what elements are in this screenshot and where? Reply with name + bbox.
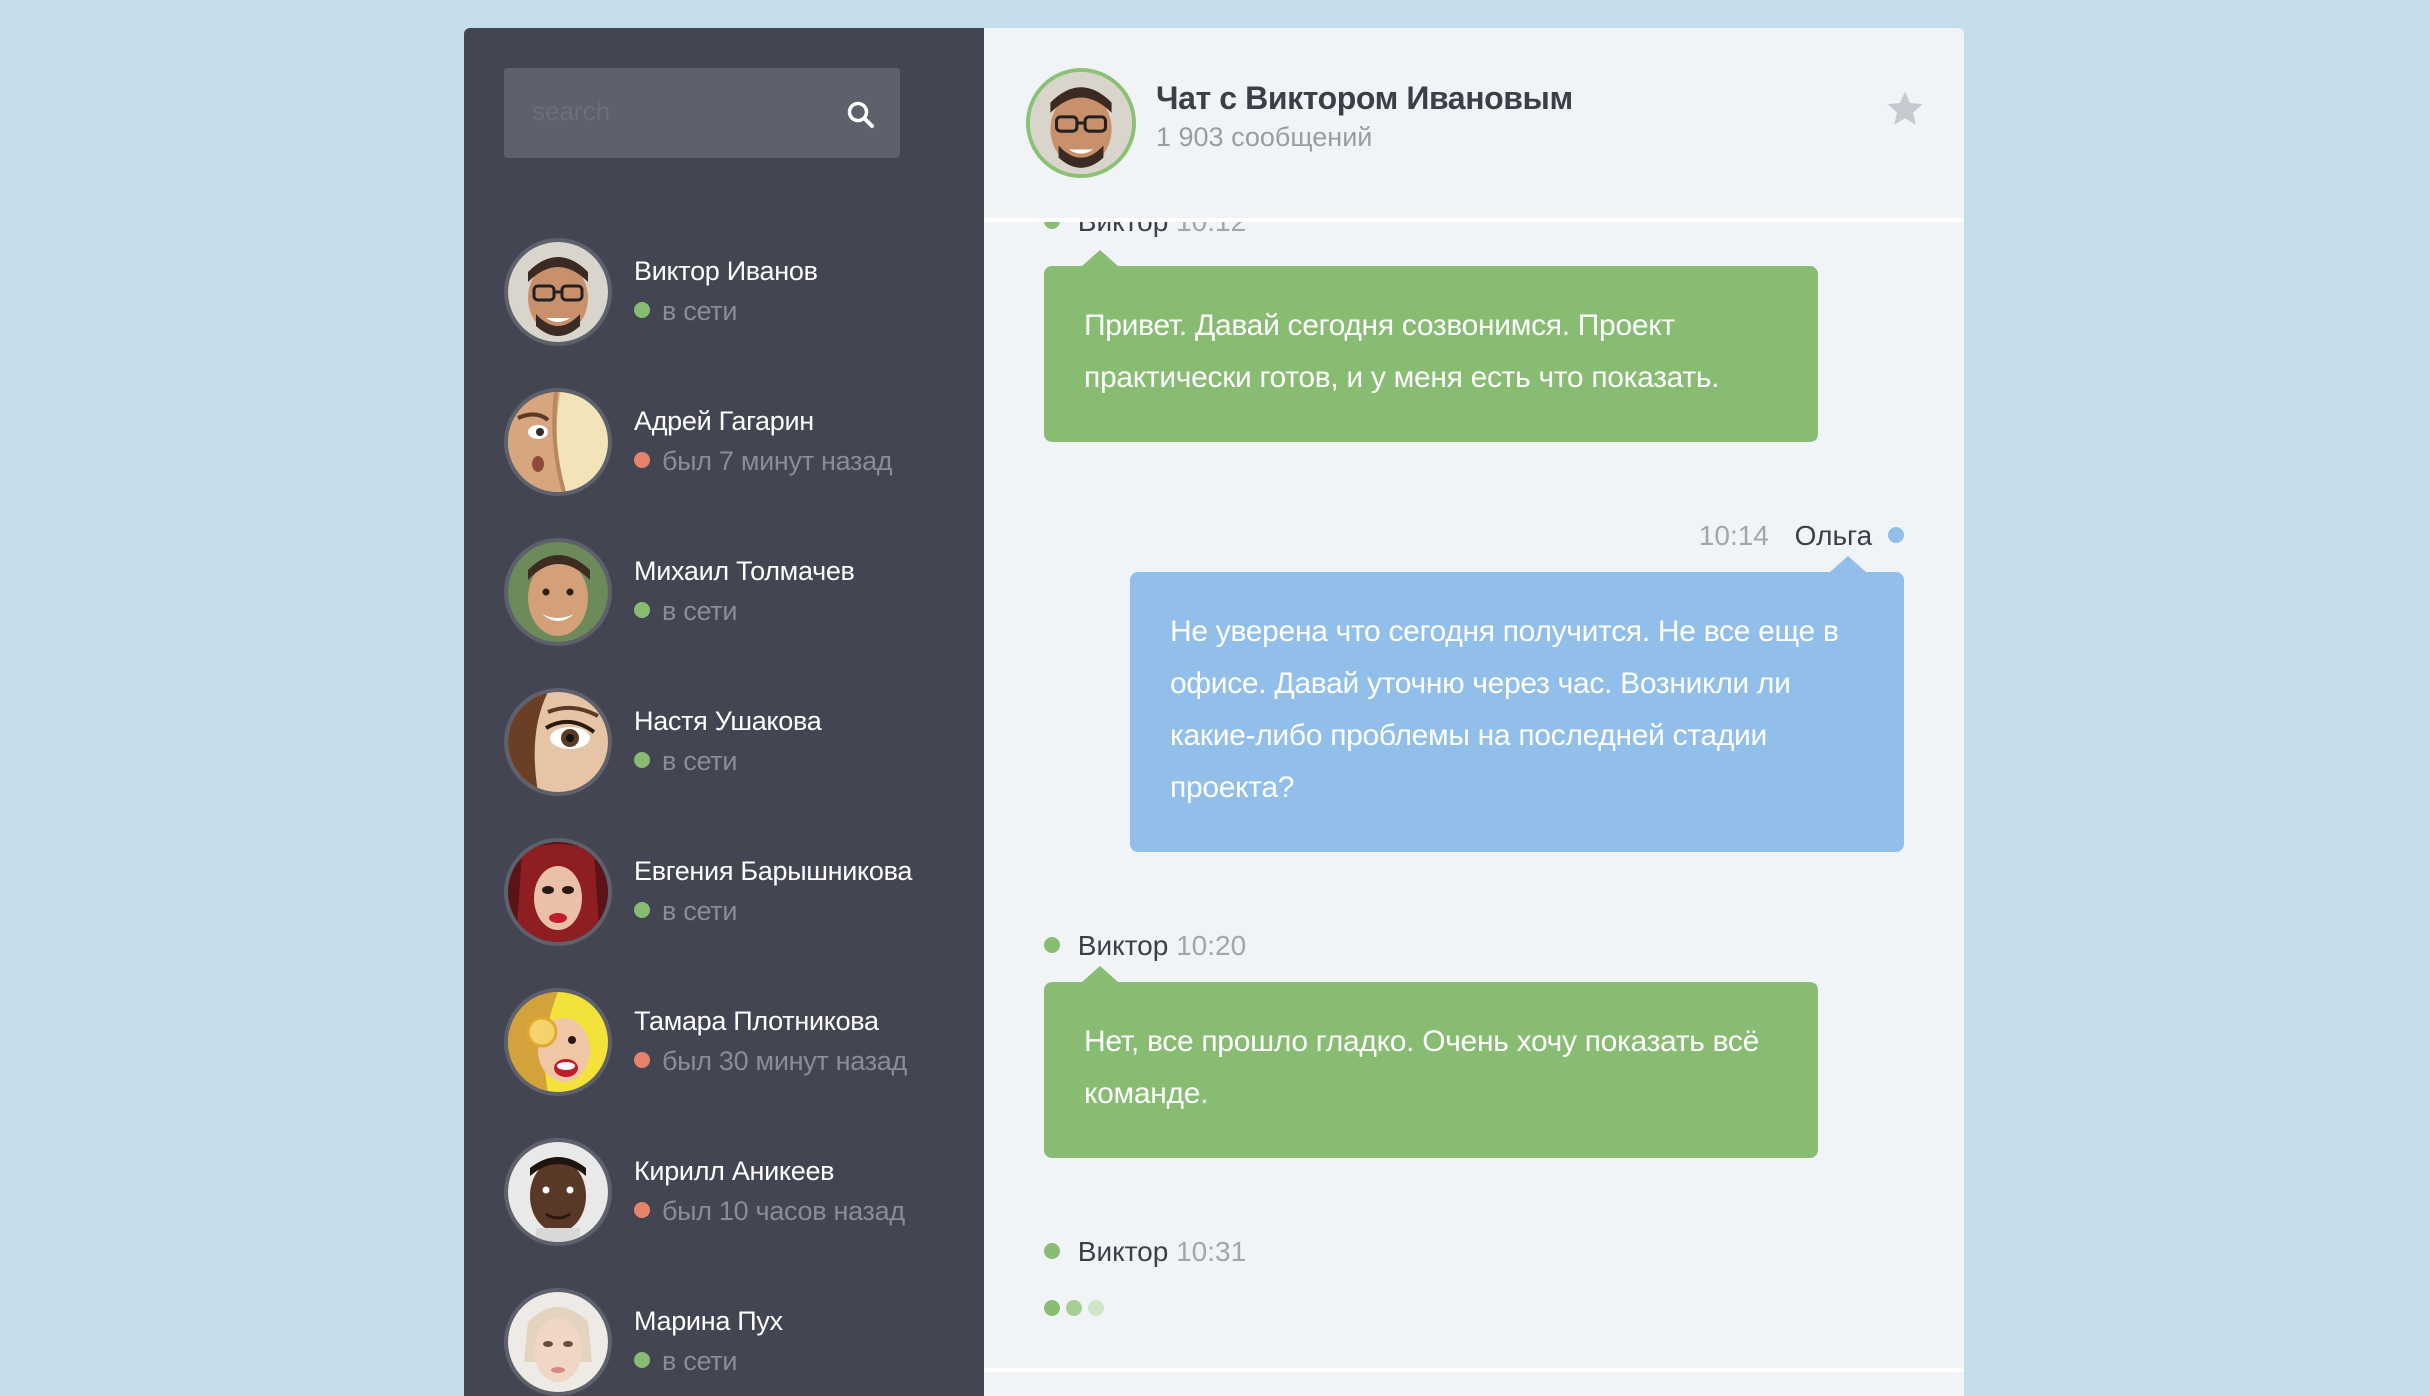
contact-status: в сети: [634, 596, 737, 627]
avatar[interactable]: [1026, 68, 1136, 178]
contact-status-text: был 7 минут назад: [662, 446, 893, 476]
message-meta: 10:14 Ольга: [1699, 520, 1904, 552]
contact-name: Тамара Плотникова: [634, 1006, 879, 1036]
contact-status-text: в сети: [662, 1346, 738, 1376]
contact-item[interactable]: Михаил Толмачев в сети: [504, 538, 964, 688]
message-bubble-incoming: Нет, все прошло гладко. Очень хочу показ…: [1044, 966, 1818, 1158]
contact-status-text: в сети: [662, 596, 738, 626]
search-input[interactable]: search: [504, 68, 900, 158]
contacts-sidebar: search Виктор Иванов в сети Адрей Гагари…: [464, 28, 984, 1396]
message-time: 10:31: [1176, 1236, 1247, 1267]
contact-item[interactable]: Марина Пух в сети: [504, 1288, 964, 1396]
status-dot: [634, 1052, 650, 1068]
typing-dot: [1088, 1300, 1104, 1316]
composer-divider: [984, 1368, 1964, 1372]
search-icon[interactable]: [846, 100, 876, 130]
contact-status-text: в сети: [662, 296, 738, 326]
contact-item[interactable]: Евгения Барышникова в сети: [504, 838, 964, 988]
contact-status: в сети: [634, 1346, 737, 1377]
message-author: Виктор: [1077, 930, 1169, 961]
avatar: [504, 388, 612, 496]
avatar: [504, 988, 612, 1096]
message-author: Виктор: [1077, 1236, 1169, 1267]
status-dot: [634, 602, 650, 618]
contact-name: Кирилл Аникеев: [634, 1156, 835, 1186]
star-icon[interactable]: [1884, 88, 1926, 130]
contact-name: Михаил Толмачев: [634, 556, 855, 586]
avatar: [504, 1288, 612, 1396]
contact-item[interactable]: Тамара Плотникова был 30 минут назад: [504, 988, 964, 1138]
typing-indicator: [1044, 1300, 1110, 1321]
avatar: [504, 238, 612, 346]
message-author: Ольга: [1794, 520, 1873, 551]
contact-status-text: в сети: [662, 746, 738, 776]
message-list: Виктор 10:12 Привет. Давай сегодня созво…: [984, 28, 1964, 1396]
contact-name: Евгения Барышникова: [634, 856, 913, 886]
contact-item[interactable]: Адрей Гагарин был 7 минут назад: [504, 388, 964, 538]
message-time: 10:20: [1176, 930, 1247, 961]
contact-status-text: в сети: [662, 896, 738, 926]
contact-status-text: был 30 минут назад: [662, 1046, 907, 1076]
avatar: [504, 838, 612, 946]
contact-list: Виктор Иванов в сети Адрей Гагарин был 7…: [504, 238, 964, 1396]
contact-item[interactable]: Настя Ушакова в сети: [504, 688, 964, 838]
message-bubble-incoming: Привет. Давай сегодня созвонимся. Проект…: [1044, 250, 1818, 442]
contact-status: в сети: [634, 896, 737, 927]
typing-dot: [1066, 1300, 1082, 1316]
status-dot: [634, 902, 650, 918]
contact-status: был 7 минут назад: [634, 446, 893, 477]
typing-dot: [1044, 1300, 1060, 1316]
message-meta: Виктор 10:20: [1044, 930, 1246, 962]
contact-item[interactable]: Виктор Иванов в сети: [504, 238, 964, 388]
chat-header: Чат с Виктором Ивановым 1 903 сообщений: [984, 28, 1964, 222]
contact-name: Настя Ушакова: [634, 706, 822, 736]
contact-name: Марина Пух: [634, 1306, 783, 1336]
contact-name: Адрей Гагарин: [634, 406, 814, 436]
status-dot: [634, 1352, 650, 1368]
avatar: [504, 688, 612, 796]
status-dot: [634, 1202, 650, 1218]
status-dot: [634, 302, 650, 318]
message-bubble-outgoing: Не уверена что сегодня получится. Не все…: [1130, 556, 1904, 852]
chat-panel: Виктор 10:12 Привет. Давай сегодня созво…: [984, 28, 1964, 1396]
chat-title: Чат с Виктором Ивановым: [1156, 80, 1573, 116]
contact-status: был 30 минут назад: [634, 1046, 907, 1077]
contact-status: в сети: [634, 296, 737, 327]
message-meta: Виктор 10:31: [1044, 1236, 1246, 1268]
search-placeholder: search: [532, 96, 611, 126]
chat-app: search Виктор Иванов в сети Адрей Гагари…: [464, 28, 1964, 1396]
message-time: 10:14: [1698, 520, 1769, 551]
author-dot: [1044, 1243, 1060, 1259]
contact-status: был 10 часов назад: [634, 1196, 905, 1227]
contact-status-text: был 10 часов назад: [662, 1196, 905, 1226]
avatar: [504, 1138, 612, 1246]
contact-name: Виктор Иванов: [634, 256, 818, 286]
contact-item[interactable]: Кирилл Аникеев был 10 часов назад: [504, 1138, 964, 1288]
author-dot: [1044, 937, 1060, 953]
status-dot: [634, 752, 650, 768]
contact-status: в сети: [634, 746, 737, 777]
status-dot: [634, 452, 650, 468]
avatar: [504, 538, 612, 646]
message-count: 1 903 сообщений: [1156, 122, 1373, 152]
author-dot: [1888, 527, 1904, 543]
